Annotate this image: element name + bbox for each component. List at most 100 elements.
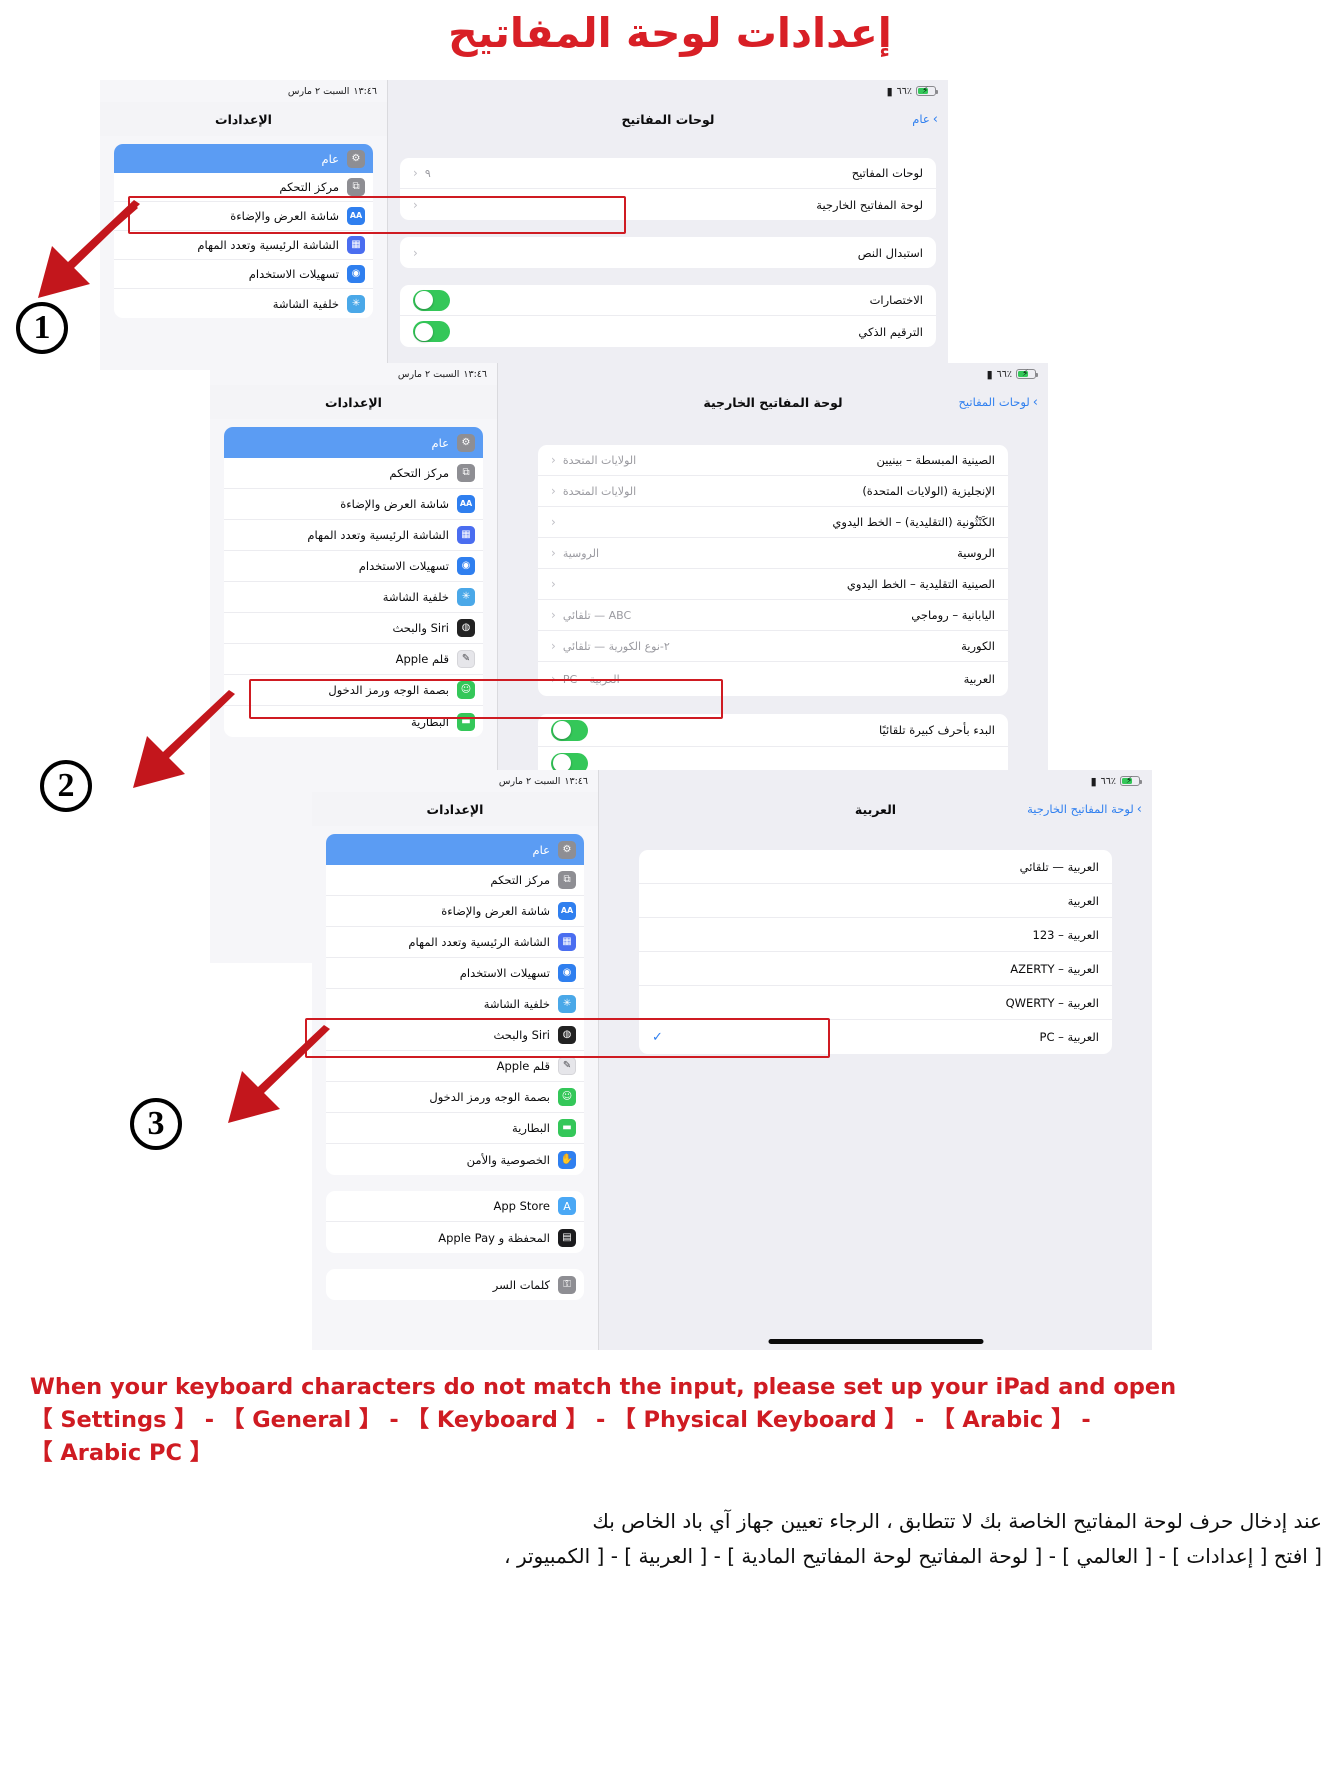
accessibility-icon: ◉ <box>558 964 576 982</box>
row-chinese-traditional-handwriting[interactable]: الصينية التقليدية – الخط اليدوي ‹ <box>538 569 1008 600</box>
sidebar-item-home-screen[interactable]: ▦ الشاشة الرئيسية وتعدد المهام <box>114 231 373 260</box>
face-id-icon: ☺ <box>457 681 475 699</box>
row-value: الروسية <box>562 546 600 560</box>
sidebar-item-accessibility[interactable]: ◉ تسهيلات الاستخدام <box>114 260 373 289</box>
sidebar-item-accessibility[interactable]: ◉ تسهيلات الاستخدام <box>326 958 584 989</box>
sidebar-item-label: تسهيلات الاستخدام <box>459 966 550 980</box>
sidebar-item-label: مركز التحكم <box>279 180 339 194</box>
sidebar-item-privacy-security[interactable]: ✋ الخصوصية والأمن <box>326 1144 584 1175</box>
sidebar-item-passwords[interactable]: ⚿ كلمات السر <box>326 1269 584 1300</box>
sidebar-item-face-id[interactable]: ☺ بصمة الوجه ورمز الدخول <box>224 675 483 706</box>
sidebar-item-label: تسهيلات الاستخدام <box>358 559 449 573</box>
wifi-icon: ▮ <box>886 84 893 98</box>
row-cantonese-handwriting[interactable]: الكَنْثُونية (التقليدية) – الخط اليدوي ‹ <box>538 507 1008 538</box>
panel3-back-button[interactable]: › لوحة المفاتيح الخارجية <box>1027 802 1142 816</box>
row-smart-punctuation[interactable]: الترقيم الذكي <box>400 316 936 347</box>
sidebar-item-label: مركز التحكم <box>389 466 449 480</box>
sidebar-item-wallet-apple-pay[interactable]: ▤ المحفظة و Apple Pay <box>326 1222 584 1253</box>
row-shortcuts[interactable]: الاختصارات <box>400 285 936 316</box>
row-arabic[interactable]: العربية العربية – PC ‹ <box>538 662 1008 696</box>
caption-en-line-2: 【 Settings 】 - 【 General 】 - 【 Keyboard … <box>30 1407 1091 1433</box>
option-arabic-auto[interactable]: العربية — تلقائي ✓ <box>639 850 1112 884</box>
panel3-group-arabic-layouts: العربية — تلقائي ✓ العربية ✓ العربية – 1… <box>639 850 1112 1054</box>
sidebar-item-label: خلفية الشاشة <box>382 590 449 604</box>
wifi-icon: ▮ <box>986 367 993 381</box>
row-text-replacement[interactable]: استبدال النص ‹ <box>400 237 936 268</box>
sidebar-item-wallpaper[interactable]: ✳ خلفية الشاشة <box>224 582 483 613</box>
row-keyboards[interactable]: لوحات المفاتيح ٩ ‹ <box>400 158 936 189</box>
option-arabic[interactable]: العربية ✓ <box>639 884 1112 918</box>
row-english-us[interactable]: الإنجليزية (الولايات المتحدة) الولايات ا… <box>538 476 1008 507</box>
panel1-back-button[interactable]: › عام <box>912 112 938 126</box>
row-russian[interactable]: الروسية الروسية ‹ <box>538 538 1008 569</box>
status-date: السبت ٢ مارس <box>397 368 460 380</box>
sidebar-item-battery[interactable]: ▬ البطارية <box>224 706 483 737</box>
gear-icon: ⚙ <box>457 433 475 452</box>
panel2-settings-group: ⚙ عام ⧉ مركز التحكم AA شاشة العرض والإضا… <box>224 427 483 737</box>
display-brightness-icon: AA <box>457 495 475 513</box>
sidebar-item-label: Siri والبحث <box>392 621 449 635</box>
chevron-left-icon: ‹ <box>551 453 556 467</box>
panel3-sidebar-status-bar: ١٣:٤٦ السبت ٢ مارس <box>312 770 598 792</box>
status-battery-group: ⚡ ٪٦٦ ▮ <box>1090 774 1142 788</box>
sidebar-item-wallpaper[interactable]: ✳ خلفية الشاشة <box>114 289 373 318</box>
sidebar-item-siri-search[interactable]: ◍ Siri والبحث <box>224 613 483 644</box>
sidebar-item-display-brightness[interactable]: AA شاشة العرض والإضاءة <box>224 489 483 520</box>
home-screen-icon: ▦ <box>558 933 576 951</box>
option-arabic-qwerty[interactable]: العربية – QWERTY ✓ <box>639 986 1112 1020</box>
sidebar-item-label: بصمة الوجه ورمز الدخول <box>429 1090 550 1104</box>
sidebar-item-control-center[interactable]: ⧉ مركز التحكم <box>224 458 483 489</box>
chevron-left-icon: ‹ <box>551 515 556 529</box>
option-arabic-123[interactable]: العربية – 123 ✓ <box>639 918 1112 952</box>
toggle-smart-punctuation[interactable] <box>413 321 450 342</box>
row-label: لوحة المفاتيح الخارجية <box>816 197 923 212</box>
row-label: اليابانية – روماجي <box>911 608 995 622</box>
chevron-right-icon: › <box>1136 801 1142 817</box>
sidebar-item-home-screen[interactable]: ▦ الشاشة الرئيسية وتعدد المهام <box>326 927 584 958</box>
sidebar-item-face-id[interactable]: ☺ بصمة الوجه ورمز الدخول <box>326 1082 584 1113</box>
panel2-status-bar: ⚡ ٪٦٦ ▮ <box>498 363 1048 385</box>
row-label: البدء بأحرف كبيرة تلقائيًا <box>879 723 995 737</box>
row-japanese-romaji[interactable]: اليابانية – روماجي ABC — تلقائي ‹ <box>538 600 1008 631</box>
wifi-icon: ▮ <box>1090 774 1097 788</box>
panel2-navbar: لوحة المفاتيح الخارجية › لوحات المفاتيح <box>498 385 1048 419</box>
sidebar-item-battery[interactable]: ▬ البطارية <box>326 1113 584 1144</box>
sidebar-item-app-store[interactable]: A App Store <box>326 1191 584 1222</box>
panel3-settings-group-2: A App Store ▤ المحفظة و Apple Pay <box>326 1191 584 1253</box>
option-arabic-pc[interactable]: العربية – PC ✓ <box>639 1020 1112 1054</box>
sidebar-item-wallpaper[interactable]: ✳ خلفية الشاشة <box>326 989 584 1020</box>
option-arabic-azerty[interactable]: العربية – AZERTY ✓ <box>639 952 1112 986</box>
sidebar-item-siri-search[interactable]: ◍ Siri والبحث <box>326 1020 584 1051</box>
chevron-left-icon: ‹ <box>551 639 556 653</box>
row-korean[interactable]: الكورية ٢-نوع الكورية — تلقائي ‹ <box>538 631 1008 662</box>
sidebar-item-home-screen[interactable]: ▦ الشاشة الرئيسية وتعدد المهام <box>224 520 483 551</box>
toggle-auto-capitalization[interactable] <box>551 719 588 741</box>
ipad-screenshot-panel-1: ⚡ ٪٦٦ ▮ لوحات المفاتيح › عام لوحات المفا… <box>100 80 948 370</box>
wallpaper-icon: ✳ <box>347 294 365 313</box>
row-label: لوحات المفاتيح <box>851 166 923 180</box>
sidebar-item-label: خلفية الشاشة <box>272 296 339 311</box>
row-value: ٢-نوع الكورية — تلقائي <box>562 639 670 653</box>
sidebar-item-label: كلمات السر <box>492 1277 550 1292</box>
panel2-back-button[interactable]: › لوحات المفاتيح <box>958 395 1038 409</box>
chevron-left-icon: ‹ <box>551 546 556 560</box>
sidebar-item-control-center[interactable]: ⧉ مركز التحكم <box>326 865 584 896</box>
sidebar-item-apple-pencil[interactable]: ✎ قلم Apple <box>224 644 483 675</box>
passwords-key-icon: ⚿ <box>558 1275 576 1294</box>
sidebar-item-apple-pencil[interactable]: ✎ قلم Apple <box>326 1051 584 1082</box>
sidebar-item-display-brightness[interactable]: AA شاشة العرض والإضاءة <box>326 896 584 927</box>
sidebar-item-display-brightness[interactable]: AA شاشة العرض والإضاءة <box>114 202 373 231</box>
sidebar-item-general[interactable]: ⚙ عام <box>224 427 483 458</box>
wallpaper-icon: ✳ <box>558 995 576 1013</box>
caption-ar-line-2: [ افتح [ إعدادات ] - [ العالمي ] - [ لوح… <box>504 1544 1322 1568</box>
row-auto-capitalization[interactable]: البدء بأحرف كبيرة تلقائيًا <box>538 714 1008 747</box>
row-external-keyboard[interactable]: لوحة المفاتيح الخارجية ‹ <box>400 189 936 220</box>
row-chinese-simplified-pinyin[interactable]: الصينية المبسطة – بينيين الولايات المتحد… <box>538 445 1008 476</box>
sidebar-item-accessibility[interactable]: ◉ تسهيلات الاستخدام <box>224 551 483 582</box>
sidebar-item-general[interactable]: ⚙ عام <box>326 834 584 865</box>
ipad-screenshot-panel-3: ⚡ ٪٦٦ ▮ العربية › لوحة المفاتيح الخارجية… <box>312 770 1152 1350</box>
toggle-shortcuts[interactable] <box>413 289 450 311</box>
sidebar-item-control-center[interactable]: ⧉ مركز التحكم <box>114 173 373 202</box>
sidebar-item-general[interactable]: ⚙ عام <box>114 144 373 173</box>
wallet-icon: ▤ <box>558 1228 576 1247</box>
